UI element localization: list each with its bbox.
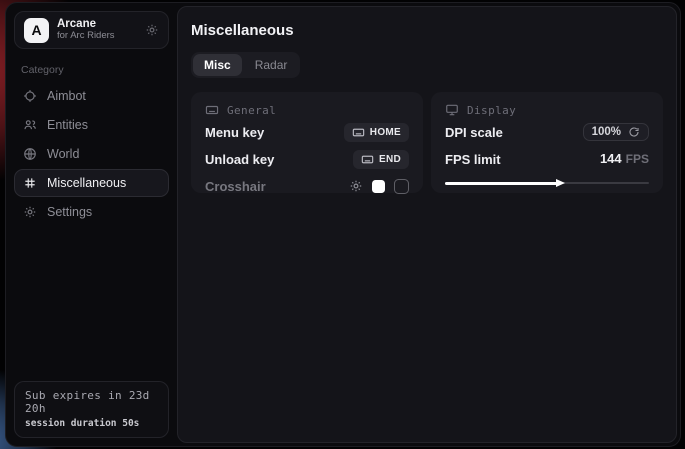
sidebar-item-entities[interactable]: Entities <box>14 111 169 139</box>
main-panel: Miscellaneous Misc Radar General Menu ke… <box>177 6 677 443</box>
fps-limit-value: 144 <box>600 151 622 166</box>
sidebar-item-settings[interactable]: Settings <box>14 198 169 226</box>
fps-limit-slider[interactable] <box>445 178 649 188</box>
tab-radar[interactable]: Radar <box>244 54 299 76</box>
unload-key-bind-button[interactable]: END <box>353 150 409 169</box>
category-label: Category <box>21 64 169 76</box>
display-card: Display DPI scale 100% FPS limit <box>431 92 663 193</box>
session-duration-text: session duration 50s <box>25 418 158 429</box>
crosshair-checkbox[interactable] <box>394 179 409 194</box>
crosshair-label: Crosshair <box>205 179 266 194</box>
sidebar: A Arcane for Arc Riders Category <box>6 3 177 446</box>
fps-limit-label: FPS limit <box>445 152 501 167</box>
menu-key-bind-button[interactable]: HOME <box>344 123 409 142</box>
app-window: A Arcane for Arc Riders Category <box>5 2 681 447</box>
settings-gear-icon[interactable] <box>145 23 159 37</box>
sidebar-item-miscellaneous[interactable]: Miscellaneous <box>14 169 169 197</box>
crosshair-settings-gear-icon[interactable] <box>349 179 363 193</box>
refresh-icon <box>628 126 640 138</box>
gear-icon <box>23 205 37 219</box>
sidebar-item-world[interactable]: World <box>14 140 169 168</box>
display-card-header: Display <box>445 103 649 117</box>
crosshair-row: Crosshair <box>205 174 409 198</box>
general-card-header: General <box>205 103 409 117</box>
fps-slider-fill <box>445 182 559 185</box>
app-subtitle: for Arc Riders <box>57 31 115 42</box>
fps-limit-unit: FPS <box>626 152 649 166</box>
globe-icon <box>23 147 37 161</box>
keyboard-icon <box>352 126 365 139</box>
sub-expires-text: Sub expires in 23d 20h <box>25 389 158 415</box>
page-title: Miscellaneous <box>191 22 663 39</box>
tab-bar: Misc Radar <box>191 52 300 78</box>
dpi-scale-row: DPI scale 100% <box>445 120 649 144</box>
unload-key-value: END <box>379 154 401 165</box>
keyboard-icon <box>361 153 374 166</box>
menu-key-row: Menu key HOME <box>205 120 409 144</box>
keyboard-icon <box>205 103 219 117</box>
fps-limit-value-group: 144 FPS <box>600 150 649 168</box>
subscription-info-card: Sub expires in 23d 20h session duration … <box>14 381 169 438</box>
monitor-icon <box>445 103 459 117</box>
crosshair-icon <box>23 89 37 103</box>
sidebar-item-label: World <box>47 147 79 161</box>
crosshair-controls <box>349 179 409 194</box>
dpi-scale-control[interactable]: 100% <box>583 123 649 141</box>
sidebar-item-aimbot[interactable]: Aimbot <box>14 82 169 110</box>
general-card-title: General <box>227 104 276 117</box>
dpi-scale-value: 100% <box>592 126 621 138</box>
desktop-background: { "app": { "logo_letter": "A", "title": … <box>0 0 685 449</box>
app-logo: A <box>24 18 49 43</box>
display-card-title: Display <box>467 104 516 117</box>
users-icon <box>23 118 37 132</box>
tab-misc[interactable]: Misc <box>193 54 242 76</box>
sidebar-item-label: Settings <box>47 205 92 219</box>
sidebar-item-label: Entities <box>47 118 88 132</box>
app-header-card: A Arcane for Arc Riders <box>14 11 169 49</box>
dpi-scale-label: DPI scale <box>445 125 503 140</box>
sidebar-nav: Aimbot Entities World <box>14 82 169 226</box>
fps-limit-row: FPS limit 144 FPS <box>445 147 649 171</box>
menu-key-value: HOME <box>370 127 401 138</box>
settings-cards: General Menu key HOME Unload key <box>191 92 663 193</box>
menu-key-label: Menu key <box>205 125 264 140</box>
unload-key-label: Unload key <box>205 152 274 167</box>
unload-key-row: Unload key END <box>205 147 409 171</box>
general-card: General Menu key HOME Unload key <box>191 92 423 193</box>
sidebar-item-label: Miscellaneous <box>47 176 126 190</box>
grid-icon <box>23 176 37 190</box>
sidebar-item-label: Aimbot <box>47 89 86 103</box>
fps-slider-thumb[interactable] <box>556 179 565 187</box>
crosshair-color-swatch[interactable] <box>372 180 385 193</box>
